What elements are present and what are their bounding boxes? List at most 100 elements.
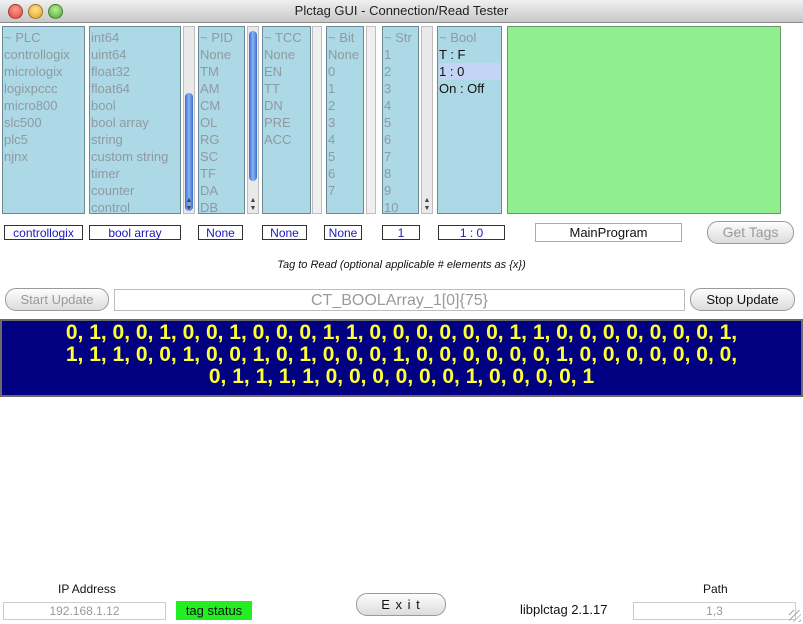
pid-list[interactable]: ~ PID None TM AM CM OL RG SC TF DA DB bbox=[198, 26, 245, 214]
scrollbar-thumb[interactable] bbox=[185, 93, 193, 211]
list-item[interactable]: counter bbox=[91, 182, 180, 199]
list-item[interactable]: 7 bbox=[384, 148, 418, 165]
list-item[interactable]: 8 bbox=[384, 165, 418, 182]
list-item[interactable]: None bbox=[264, 46, 310, 63]
version-label: libplctag 2.1.17 bbox=[520, 602, 608, 617]
tcc-scrollbar[interactable] bbox=[312, 26, 322, 214]
scrollbar-thumb[interactable] bbox=[249, 31, 257, 181]
tag-list-panel[interactable] bbox=[507, 26, 781, 214]
list-item[interactable]: ~ Bit bbox=[328, 29, 363, 46]
list-item[interactable]: PRE bbox=[264, 114, 310, 131]
list-item[interactable]: TM bbox=[200, 63, 244, 80]
list-item[interactable]: 7 bbox=[328, 182, 363, 199]
list-item[interactable]: controllogix bbox=[4, 46, 84, 63]
list-item[interactable]: string bbox=[91, 131, 180, 148]
list-item[interactable]: 6 bbox=[384, 131, 418, 148]
list-item[interactable]: int64 bbox=[91, 29, 180, 46]
list-item[interactable]: 5 bbox=[384, 114, 418, 131]
list-item[interactable]: micrologix bbox=[4, 63, 84, 80]
list-item[interactable]: bool bbox=[91, 97, 180, 114]
str-scrollbar[interactable]: ▲ ▼ bbox=[421, 26, 433, 214]
list-item[interactable]: 9 bbox=[384, 182, 418, 199]
output-line: 0, 1, 0, 0, 1, 0, 0, 1, 0, 0, 0, 1, 1, 0… bbox=[65, 321, 738, 344]
list-item[interactable]: 10 bbox=[384, 199, 418, 213]
selected-bit-label: None bbox=[324, 225, 362, 240]
list-item[interactable]: DB bbox=[200, 199, 244, 213]
list-item[interactable]: ~ TCC bbox=[264, 29, 310, 46]
tag-value-output: 0, 1, 0, 0, 1, 0, 0, 1, 0, 0, 0, 1, 1, 0… bbox=[0, 319, 803, 397]
path-field[interactable]: 1,3 bbox=[633, 602, 796, 620]
selected-plc-label: controllogix bbox=[4, 225, 83, 240]
bit-scrollbar[interactable] bbox=[366, 26, 376, 214]
list-item[interactable]: TT bbox=[264, 80, 310, 97]
list-item[interactable]: DN bbox=[264, 97, 310, 114]
output-line: 1, 1, 1, 0, 0, 1, 0, 0, 1, 0, 1, 0, 0, 0… bbox=[65, 343, 738, 366]
list-item[interactable]: 6 bbox=[328, 165, 363, 182]
list-item[interactable]: None bbox=[200, 46, 244, 63]
list-item[interactable]: 3 bbox=[328, 114, 363, 131]
list-item[interactable]: CM bbox=[200, 97, 244, 114]
list-item[interactable]: float32 bbox=[91, 63, 180, 80]
list-item[interactable]: 2 bbox=[328, 97, 363, 114]
scroll-arrows-icon[interactable]: ▲ ▼ bbox=[248, 197, 258, 213]
selected-pid-label: None bbox=[198, 225, 243, 240]
list-item[interactable]: OL bbox=[200, 114, 244, 131]
list-item[interactable]: 2 bbox=[384, 63, 418, 80]
selected-type-label: bool array bbox=[89, 225, 181, 240]
list-item[interactable]: T : F bbox=[439, 46, 501, 63]
bit-list[interactable]: ~ Bit None 0 1 2 3 4 5 6 7 bbox=[326, 26, 364, 214]
output-line: 0, 1, 1, 1, 1, 0, 0, 0, 0, 0, 0, 1, 0, 0… bbox=[208, 365, 595, 388]
list-item[interactable]: ACC bbox=[264, 131, 310, 148]
program-field[interactable]: MainProgram bbox=[535, 223, 682, 242]
list-item[interactable]: uint64 bbox=[91, 46, 180, 63]
path-label: Path bbox=[703, 582, 728, 596]
list-item[interactable]: njnx bbox=[4, 148, 84, 165]
list-item[interactable]: ~ PLC bbox=[4, 29, 84, 46]
list-item[interactable]: 4 bbox=[328, 131, 363, 148]
list-item[interactable]: ~ Bool bbox=[439, 29, 501, 46]
list-item[interactable]: RG bbox=[200, 131, 244, 148]
start-update-button[interactable]: Start Update bbox=[5, 288, 109, 311]
pid-scrollbar[interactable]: ▲ ▼ bbox=[247, 26, 259, 214]
list-item[interactable]: ~ PID bbox=[200, 29, 244, 46]
scroll-arrows-icon[interactable]: ▲ ▼ bbox=[184, 197, 194, 213]
resize-grip-icon[interactable] bbox=[789, 610, 801, 622]
plc-list[interactable]: ~ PLC controllogix micrologix logixpccc micr… bbox=[2, 26, 85, 214]
list-item[interactable]: AM bbox=[200, 80, 244, 97]
list-item[interactable]: micro800 bbox=[4, 97, 84, 114]
list-item[interactable]: logixpccc bbox=[4, 80, 84, 97]
list-item[interactable]: 1 bbox=[384, 46, 418, 63]
list-item[interactable]: control bbox=[91, 199, 180, 213]
bool-list[interactable]: ~ Bool T : F1 : 0 On : Off bbox=[437, 26, 502, 214]
list-item[interactable]: 3 bbox=[384, 80, 418, 97]
stop-update-button[interactable]: Stop Update bbox=[690, 288, 795, 311]
list-item[interactable]: EN bbox=[264, 63, 310, 80]
list-item[interactable]: 4 bbox=[384, 97, 418, 114]
list-item[interactable]: 5 bbox=[328, 148, 363, 165]
list-item[interactable]: TF bbox=[200, 165, 244, 182]
list-item[interactable]: SC bbox=[200, 148, 244, 165]
data-type-scrollbar[interactable]: ▲ ▼ bbox=[183, 26, 195, 214]
list-item[interactable]: DA bbox=[200, 182, 244, 199]
ip-address-field[interactable]: 192.168.1.12 bbox=[3, 602, 166, 620]
list-item[interactable]: 1 bbox=[328, 80, 363, 97]
list-item[interactable]: None bbox=[328, 46, 363, 63]
tcc-list[interactable]: ~ TCC None EN TT DN PRE ACC bbox=[262, 26, 311, 214]
ip-address-label: IP Address bbox=[58, 582, 116, 596]
get-tags-button[interactable]: Get Tags bbox=[707, 221, 794, 244]
list-item[interactable]: float64 bbox=[91, 80, 180, 97]
list-item[interactable]: timer bbox=[91, 165, 180, 182]
list-item[interactable]: 0 bbox=[328, 63, 363, 80]
data-type-list[interactable]: int64 uint64 float32 float64 bool bool array s… bbox=[89, 26, 181, 214]
exit-button[interactable]: E x i t bbox=[356, 593, 446, 616]
list-item[interactable]: 1 : 0 bbox=[439, 63, 501, 80]
str-list[interactable]: ~ Str 1 2 3 4 5 6 7 8 9 10 bbox=[382, 26, 419, 214]
list-item[interactable]: slc500 bbox=[4, 114, 84, 131]
scroll-arrows-icon[interactable]: ▲ ▼ bbox=[422, 197, 432, 213]
list-item[interactable]: bool array bbox=[91, 114, 180, 131]
list-item[interactable]: On : Off bbox=[439, 80, 501, 97]
tag-input[interactable]: CT_BOOLArray_1[0]{75} bbox=[114, 289, 685, 311]
list-item[interactable]: custom string bbox=[91, 148, 180, 165]
list-item[interactable]: plc5 bbox=[4, 131, 84, 148]
list-item[interactable]: ~ Str bbox=[384, 29, 418, 46]
